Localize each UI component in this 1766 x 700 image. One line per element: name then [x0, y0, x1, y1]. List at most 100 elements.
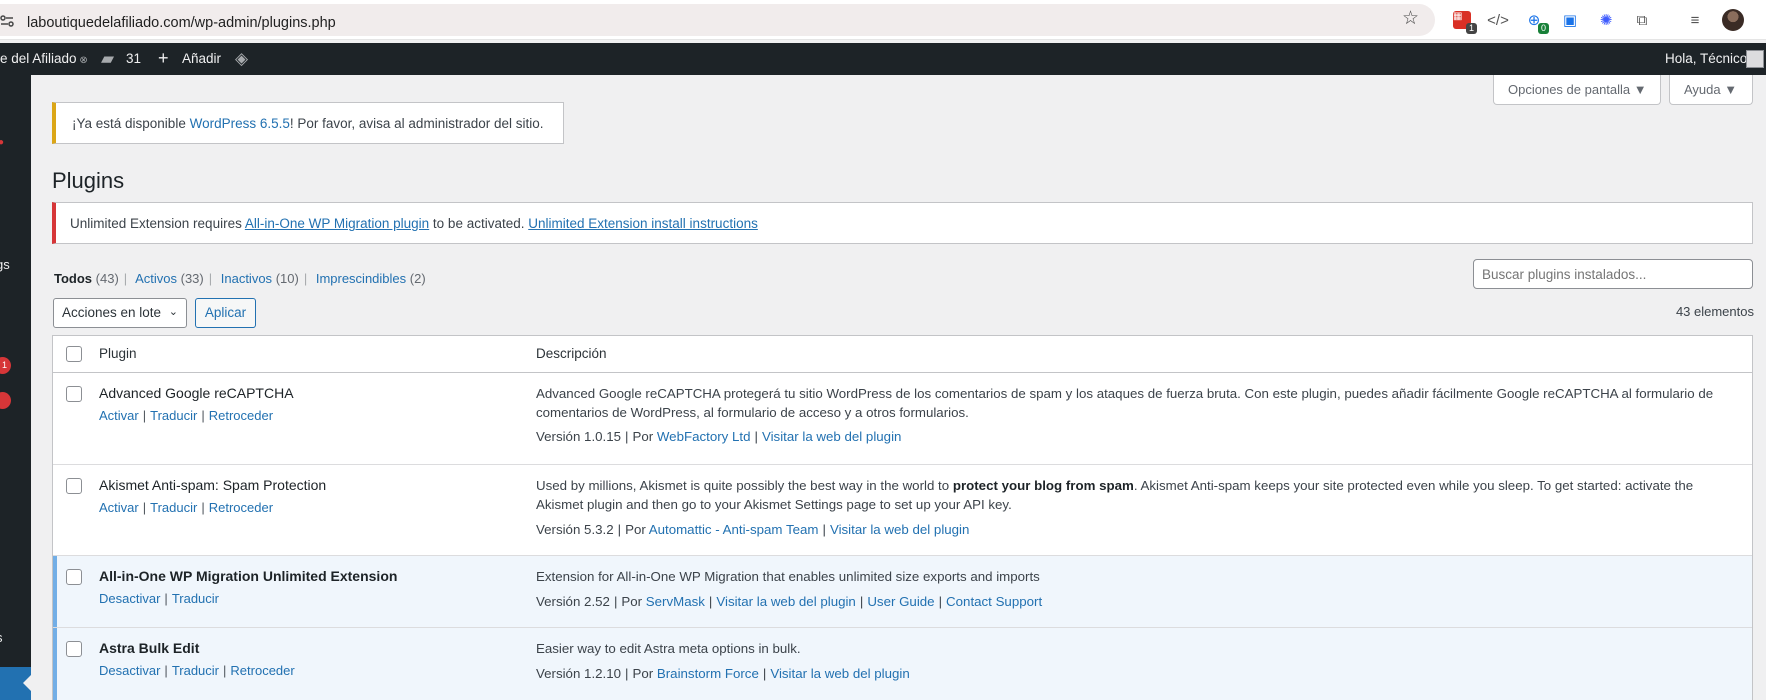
code-icon[interactable]: </> — [1487, 9, 1509, 31]
row-actions: Activar | Traducir | Retroceder — [99, 408, 274, 423]
column-description: Descripción — [536, 346, 607, 361]
plugin-status-filters: Todos (43) | Activos (33) | Inactivos (10)… — [54, 271, 426, 286]
caret-down-icon: ▼ — [1633, 82, 1647, 97]
plugin-version: Versión 5.3.2 — [536, 522, 614, 537]
plugin-meta: Versión 5.3.2 | Por Automattic - Anti-spam… — [536, 522, 970, 537]
chevron-down-icon: ⌄ — [168, 306, 178, 318]
address-bar[interactable]: laboutiquedelafiliado.com/wp-admin/plugi… — [0, 4, 1435, 36]
translate-link[interactable]: Traducir — [172, 591, 219, 606]
comments-count[interactable]: 31 — [126, 51, 141, 66]
author-link[interactable]: ServMask — [646, 594, 705, 609]
site-name-link[interactable]: e del Afiliado ⊗ — [0, 51, 88, 66]
migration-plugin-link[interactable]: All-in-One WP Migration plugin — [245, 216, 429, 231]
help-label: Ayuda — [1684, 82, 1721, 97]
desc-text: Used by millions, Akismet is quite possi… — [536, 478, 953, 493]
select-all-checkbox[interactable] — [66, 346, 82, 362]
plugin-meta: Versión 2.52 | Por ServMask | Visitar la web… — [536, 594, 1043, 609]
bulk-actions-label: Acciones en lote — [62, 305, 162, 320]
install-instructions-link[interactable]: Unlimited Extension install instructions — [528, 216, 758, 231]
search-plugins-input[interactable] — [1473, 259, 1753, 289]
plugin-description: Advanced Google reCAPTCHA protegerá tu s… — [536, 386, 1714, 420]
wp-admin-bar: e del Afiliado ⊗ ▰ 31 + Añadir ◈ Hola, T… — [0, 43, 1766, 75]
plugin-name: Astra Bulk Edit — [99, 640, 200, 656]
row-checkbox[interactable] — [66, 386, 82, 402]
row-checkbox[interactable] — [66, 569, 82, 585]
media-list-icon[interactable]: ≡ — [1684, 9, 1706, 31]
translate-link[interactable]: Traducir — [150, 500, 197, 515]
table-row: Astra Bulk Edit Desactivar | Traducir | Retr… — [53, 628, 1752, 700]
filter-count: (33) — [180, 271, 204, 286]
profile-avatar[interactable] — [1722, 9, 1744, 31]
filter-count: (10) — [275, 271, 299, 286]
extension-badge: 1 — [1465, 23, 1477, 34]
diamond-icon[interactable]: ◈ — [235, 49, 248, 69]
page-title: Plugins — [52, 168, 125, 193]
plugin-site-link[interactable]: Visitar la web del plugin — [770, 666, 909, 681]
user-guide-link[interactable]: User Guide — [867, 594, 934, 609]
wordpress-update-link[interactable]: WordPress 6.5.5 — [190, 116, 290, 131]
url-text[interactable]: laboutiquedelafiliado.com/wp-admin/plugi… — [27, 15, 336, 31]
help-tab[interactable]: Ayuda ▼ — [1669, 75, 1753, 105]
plugin-name: All-in-One WP Migration Unlimited Extens… — [99, 568, 398, 584]
plugin-site-link[interactable]: Visitar la web del plugin — [716, 594, 855, 609]
plugin-meta: Versión 1.0.15 | Por WebFactory Ltd | Visita… — [536, 429, 902, 444]
plugin-name: Akismet Anti-spam: Spam Protection — [99, 477, 327, 493]
activate-link[interactable]: Activar — [99, 408, 139, 423]
apply-button[interactable]: Aplicar — [195, 298, 256, 328]
menu-item-current[interactable] — [0, 667, 31, 700]
activate-link[interactable]: Activar — [99, 500, 139, 515]
comment-icon[interactable]: ▰ — [101, 49, 114, 69]
filter-must-use[interactable]: Imprescindibles — [316, 271, 406, 286]
menu-item-fragment[interactable]: s — [0, 630, 3, 645]
desc-emphasis: protect your blog from spam — [952, 478, 1134, 493]
filter-count: (2) — [409, 271, 426, 286]
plugin-description: Extension for All-in-One WP Migration th… — [536, 569, 1040, 584]
filter-active[interactable]: Activos — [135, 271, 177, 286]
row-checkbox[interactable] — [66, 641, 82, 657]
row-checkbox[interactable] — [66, 478, 82, 494]
filter-all[interactable]: Todos — [54, 271, 92, 286]
author-link[interactable]: Automattic - Anti-spam Team — [649, 522, 819, 537]
puzzle-icon[interactable]: ⧉ — [1631, 9, 1653, 31]
new-content-link[interactable]: Añadir — [182, 51, 221, 66]
plugin-site-link[interactable]: Visitar la web del plugin — [830, 522, 969, 537]
by-label: Por — [632, 429, 657, 444]
screen-icon[interactable]: ▣ — [1559, 9, 1581, 31]
separator: | — [303, 271, 308, 286]
menu-update-badge: 1 — [0, 357, 11, 374]
plugin-version: Versión 1.0.15 — [536, 429, 622, 444]
translate-link[interactable]: Traducir — [150, 408, 197, 423]
author-link[interactable]: WebFactory Ltd — [657, 429, 751, 444]
plus-icon[interactable]: + — [158, 48, 169, 69]
plugins-table: Plugin Descripción Advanced Google reCAP… — [52, 335, 1753, 700]
deactivate-link[interactable]: Desactivar — [99, 591, 160, 606]
update-notice: ¡Ya está disponible WordPress 6.5.5! Por… — [52, 102, 564, 144]
globe-icon[interactable]: ⊕ 0 — [1523, 9, 1549, 34]
author-link[interactable]: Brainstorm Force — [657, 666, 759, 681]
caret-down-icon: ▼ — [1724, 82, 1738, 97]
notice-text: ¡Ya está disponible — [72, 116, 190, 131]
rollback-link[interactable]: Retroceder — [209, 500, 273, 515]
gear-flower-icon[interactable]: ✺ — [1595, 9, 1617, 31]
plugin-description: Used by millions, Akismet is quite possi… — [536, 476, 1736, 514]
plugin-description: Easier way to edit Astra meta options in… — [536, 641, 801, 656]
row-actions: Activar | Traducir | Retroceder — [99, 500, 274, 515]
calendar-icon[interactable]: ▦ 1 — [1451, 9, 1477, 34]
screen-options-tab[interactable]: Opciones de pantalla ▼ — [1493, 75, 1661, 105]
rollback-link[interactable]: Retroceder — [230, 663, 294, 678]
translate-link[interactable]: Traducir — [172, 663, 219, 678]
user-avatar[interactable] — [1746, 50, 1764, 68]
site-info-icon[interactable] — [0, 14, 14, 28]
filter-inactive[interactable]: Inactivos — [221, 271, 272, 286]
bulk-actions-select[interactable]: Acciones en lote ⌄ — [53, 298, 187, 328]
by-label: Por — [625, 522, 649, 537]
rollback-link[interactable]: Retroceder — [209, 408, 273, 423]
howdy-user[interactable]: Hola, Técnico — [1665, 51, 1747, 66]
menu-item-fragment[interactable]: gs — [0, 257, 10, 272]
bookmark-star-icon[interactable]: ☆ — [1402, 7, 1419, 30]
plugin-site-link[interactable]: Visitar la web del plugin — [762, 429, 901, 444]
contact-support-link[interactable]: Contact Support — [946, 594, 1042, 609]
row-actions: Desactivar | Traducir — [99, 591, 220, 606]
deactivate-link[interactable]: Desactivar — [99, 663, 160, 678]
menu-notify-badge — [0, 392, 11, 409]
